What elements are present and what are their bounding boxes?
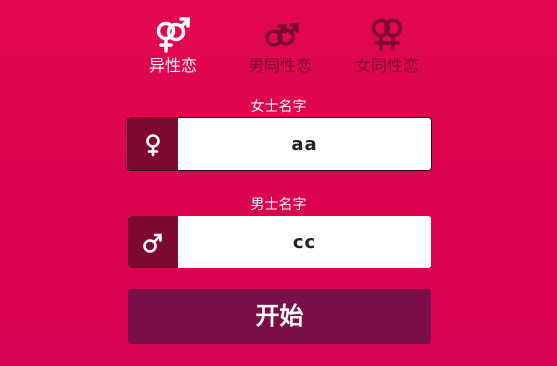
tab-gay[interactable]: 男同性恋: [225, 14, 335, 76]
male-name-input[interactable]: [178, 216, 431, 268]
female-addon: [128, 118, 178, 170]
male-name-caption: 男士名字: [250, 197, 307, 213]
male-addon: [128, 216, 178, 268]
female-name-input[interactable]: [178, 118, 431, 170]
male-name-field: [128, 216, 431, 268]
female-name-caption: 女士名字: [250, 99, 307, 115]
tab-heterosexual[interactable]: 异性恋: [118, 14, 228, 76]
male-male-icon: [265, 23, 299, 47]
female-name-field: [128, 118, 431, 170]
female-symbol-icon: [146, 134, 160, 157]
male-symbol-icon: [143, 233, 162, 253]
tab-lesbian-label: 女同性恋: [354, 56, 419, 75]
start-button[interactable]: 开始: [128, 289, 431, 344]
female-female-icon: [371, 18, 403, 51]
relationship-tabs: 异性恋 男同性恋 女同性恋: [0, 0, 557, 90]
tab-heterosexual-label: 异性恋: [148, 56, 197, 75]
male-female-icon: [156, 17, 190, 53]
tab-gay-label: 男同性恋: [247, 56, 312, 75]
tab-lesbian[interactable]: 女同性恋: [332, 14, 442, 76]
